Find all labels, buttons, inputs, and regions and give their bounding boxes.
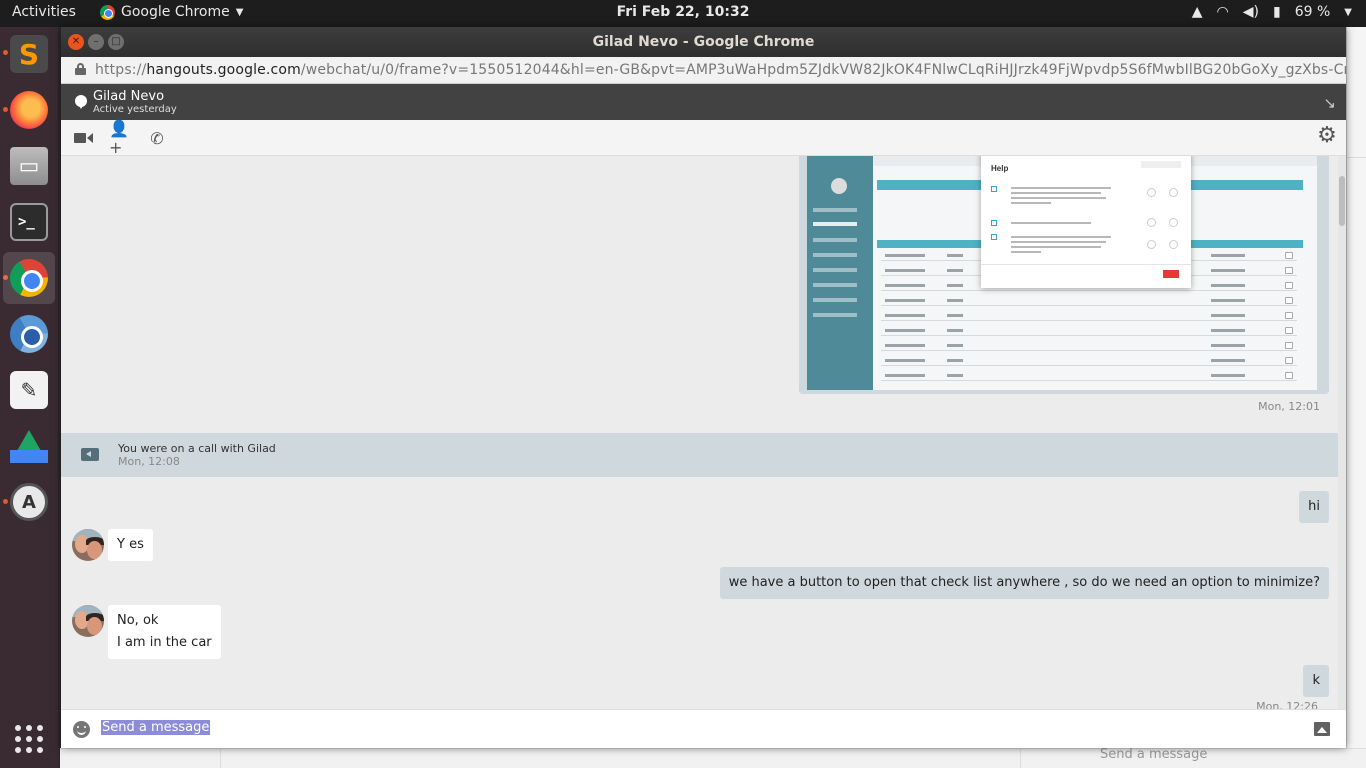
shared-screenshot[interactable]: Help bbox=[807, 156, 1317, 390]
background-browser-bottom: Send a message bbox=[60, 747, 1366, 768]
outgoing-message[interactable]: we have a button to open that check list… bbox=[719, 567, 1329, 599]
software-updater-icon: A bbox=[10, 483, 48, 521]
background-compose-placeholder: Send a message bbox=[1100, 747, 1208, 762]
contact-status: Active yesterday bbox=[93, 104, 177, 115]
terminal-icon: >_ bbox=[10, 203, 48, 241]
background-browser-window bbox=[1346, 27, 1366, 768]
gnome-top-bar: Activities Google Chrome ▼ Fri Feb 22, 1… bbox=[0, 0, 1366, 27]
contact-avatar[interactable] bbox=[72, 529, 104, 561]
text-editor-icon: ✎ bbox=[10, 371, 48, 409]
dock-item-software-updater[interactable]: A bbox=[3, 476, 55, 528]
chromium-icon bbox=[10, 315, 48, 353]
url-path: /webchat/u/0/frame?v=1550512044&hl=en-GB… bbox=[300, 62, 1346, 78]
dock-item-text-editor[interactable]: ✎ bbox=[3, 364, 55, 416]
screenshot-modal-title: Help bbox=[991, 164, 1009, 173]
conversation-toolbar: 👤+ ✆ ⚙ bbox=[61, 119, 1346, 157]
video-call-icon[interactable] bbox=[73, 128, 93, 148]
contact-avatar[interactable] bbox=[72, 605, 104, 637]
sublime-text-icon: S bbox=[10, 35, 48, 73]
message-input[interactable]: Send a message bbox=[101, 720, 211, 735]
dock: S ▭ >_ ✎ A bbox=[0, 27, 58, 768]
files-icon: ▭ bbox=[10, 147, 48, 185]
message-line: I am in the car bbox=[117, 635, 212, 650]
dock-item-files[interactable]: ▭ bbox=[3, 140, 55, 192]
message-list-scrollbar[interactable] bbox=[1338, 156, 1346, 709]
chrome-window: ✕ – □ Gilad Nevo - Google Chrome https:/… bbox=[61, 27, 1346, 748]
system-tray[interactable]: ▲ ◠ ◀) ▮ 69 % ▼ bbox=[1192, 4, 1352, 20]
add-people-icon[interactable]: 👤+ bbox=[109, 119, 131, 157]
pop-in-icon[interactable]: ↘ bbox=[1323, 94, 1336, 112]
url-scheme: https:// bbox=[95, 62, 147, 78]
window-titlebar[interactable]: ✕ – □ Gilad Nevo - Google Chrome bbox=[61, 27, 1346, 57]
call-notice-time: Mon, 12:08 bbox=[118, 455, 180, 468]
lock-icon bbox=[75, 63, 86, 75]
battery-icon: ▮ bbox=[1273, 4, 1281, 20]
contact-name: Gilad Nevo bbox=[93, 89, 165, 104]
call-notice-text: You were on a call with Gilad bbox=[118, 442, 276, 455]
dock-item-chromium[interactable] bbox=[3, 308, 55, 360]
video-call-icon bbox=[81, 448, 99, 461]
chrome-icon bbox=[10, 259, 48, 297]
phone-call-icon[interactable]: ✆ bbox=[147, 128, 167, 148]
battery-percentage: 69 % bbox=[1294, 4, 1331, 20]
dock-item-firefox[interactable] bbox=[3, 84, 55, 136]
dock-item-google-drive[interactable] bbox=[3, 420, 55, 472]
show-applications-icon[interactable] bbox=[15, 725, 43, 753]
compose-bar: Send a message bbox=[61, 709, 1346, 748]
call-notice: You were on a call with Gilad Mon, 12:08 bbox=[61, 433, 1338, 477]
window-title: Gilad Nevo - Google Chrome bbox=[592, 34, 815, 50]
incoming-message[interactable]: Y es bbox=[108, 529, 153, 561]
dock-item-terminal[interactable]: >_ bbox=[3, 196, 55, 248]
chat-bubble-icon bbox=[75, 95, 87, 109]
emoji-icon[interactable] bbox=[73, 721, 90, 738]
screenshot-help-modal: Help bbox=[981, 156, 1191, 288]
gear-icon[interactable]: ⚙ bbox=[1316, 123, 1338, 148]
outgoing-message[interactable]: k bbox=[1303, 665, 1329, 697]
google-drive-icon bbox=[10, 427, 48, 465]
scrollbar-thumb[interactable] bbox=[1339, 176, 1345, 226]
message-line: No, ok bbox=[117, 613, 159, 628]
url-host: hangouts.google.com bbox=[146, 62, 301, 78]
dock-item-sublime-text[interactable]: S bbox=[3, 28, 55, 80]
clock[interactable]: Fri Feb 22, 10:32 bbox=[0, 4, 1366, 20]
wifi-icon: ◠ bbox=[1216, 4, 1229, 20]
outgoing-message[interactable]: hi bbox=[1299, 491, 1329, 523]
screenshot-sidebar bbox=[807, 156, 873, 390]
firefox-icon bbox=[10, 91, 48, 129]
url-text[interactable]: https://hangouts.google.com/webchat/u/0/… bbox=[95, 62, 1346, 78]
address-bar[interactable]: https://hangouts.google.com/webchat/u/0/… bbox=[61, 57, 1346, 84]
network-icon: ▲ bbox=[1191, 4, 1203, 20]
chevron-down-icon: ▼ bbox=[1344, 6, 1352, 18]
message-timestamp: Mon, 12:01 bbox=[1258, 400, 1320, 413]
dock-item-google-chrome[interactable] bbox=[3, 252, 55, 304]
message-list[interactable]: Help Mon, 12:01 You were on a call with … bbox=[61, 156, 1338, 709]
image-message[interactable]: Help bbox=[799, 156, 1329, 394]
image-attach-icon[interactable] bbox=[1314, 722, 1330, 736]
conversation-header: Gilad Nevo Active yesterday ↘ bbox=[61, 84, 1346, 120]
message-timestamp: Mon, 12:26 bbox=[1256, 700, 1318, 709]
incoming-message[interactable]: No, ok I am in the car bbox=[108, 605, 221, 659]
volume-icon: ◀) bbox=[1242, 4, 1259, 20]
